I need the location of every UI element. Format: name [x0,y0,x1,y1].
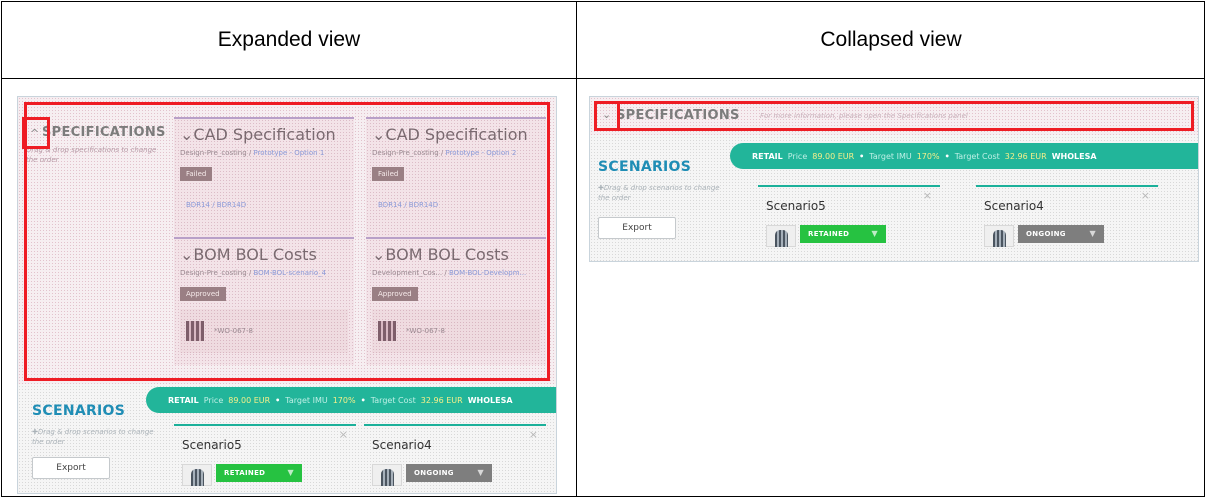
product-thumbnail [984,225,1014,247]
scenario-card[interactable]: Scenario5 × RETAINED ▼ [174,424,356,493]
pricing-banner: RETAIL Price 89.00 EUR • Target IMU 170%… [730,143,1198,169]
scenarios-title: SCENARIOS [598,159,692,175]
scenario-card[interactable]: Scenario4 × ONGOING ▼ [976,185,1158,255]
header-divider [2,78,1204,79]
caret-down-icon: ▼ [477,468,484,477]
caret-down-icon: ▼ [871,229,878,238]
scenario-name: Scenario5 [766,199,826,213]
cost-value: 32.96 EUR [1004,151,1047,161]
export-button[interactable]: Export [598,217,676,239]
price-label: Price [787,151,808,161]
close-icon[interactable]: × [923,189,932,202]
caret-down-icon: ▼ [287,468,294,477]
scenario-name: Scenario4 [984,199,1044,213]
collapsed-view-header: Collapsed view [820,28,962,51]
collapsed-bar-highlight [594,101,1194,131]
price-label: Price [203,395,224,405]
cost-label: Target Cost [954,151,1000,161]
status-dropdown[interactable]: ONGOING ▼ [406,464,492,482]
scenario-name: Scenario5 [182,438,242,452]
scenarios-title: SCENARIOS [32,403,126,419]
expanded-view-screenshot: ^ SPECIFICATIONS Drag & drop specificati… [17,96,557,494]
product-thumbnail [766,225,796,247]
separator: • [360,395,366,405]
collapsed-view-screenshot: ⌄ SPECIFICATIONS For more information, p… [589,96,1199,262]
cost-label: Target Cost [370,395,416,405]
imu-value: 170% [332,395,356,405]
scenario-card[interactable]: Scenario4 × ONGOING ▼ [364,424,546,493]
status-dropdown[interactable]: RETAINED ▼ [216,464,302,482]
expanded-view-header: Expanded view [217,28,361,51]
scenario-card[interactable]: Scenario5 × RETAINED ▼ [758,185,940,255]
status-dropdown[interactable]: RETAINED ▼ [800,225,886,243]
retail-label: RETAIL [752,151,783,161]
separator: • [275,395,281,405]
scenario-name: Scenario4 [372,438,432,452]
imu-value: 170% [916,151,940,161]
scenarios-hint: ✚Drag & drop scenarios to change the ord… [598,184,720,202]
price-value: 89.00 EUR [228,395,271,405]
toggle-highlight [594,101,620,131]
close-icon[interactable]: × [339,428,348,441]
product-thumbnail [182,464,212,486]
price-value: 89.00 EUR [812,151,855,161]
export-button[interactable]: Export [32,457,110,479]
scenarios-hint: ✚Drag & drop scenarios to change the ord… [32,428,154,446]
product-thumbnail [372,464,402,486]
separator: • [859,151,865,161]
separator: • [944,151,950,161]
caret-down-icon: ▼ [1089,229,1096,238]
cost-value: 32.96 EUR [420,395,463,405]
status-dropdown[interactable]: ONGOING ▼ [1018,225,1104,243]
wholesale-label: WHOLESA [1051,151,1097,161]
imu-label: Target IMU [285,395,328,405]
toggle-highlight [22,117,50,149]
wholesale-label: WHOLESA [467,395,513,405]
close-icon[interactable]: × [529,428,538,441]
imu-label: Target IMU [869,151,912,161]
close-icon[interactable]: × [1141,189,1150,202]
retail-label: RETAIL [168,395,199,405]
pricing-banner: RETAIL Price 89.00 EUR • Target IMU 170%… [146,387,556,413]
specifications-highlight [24,102,550,381]
